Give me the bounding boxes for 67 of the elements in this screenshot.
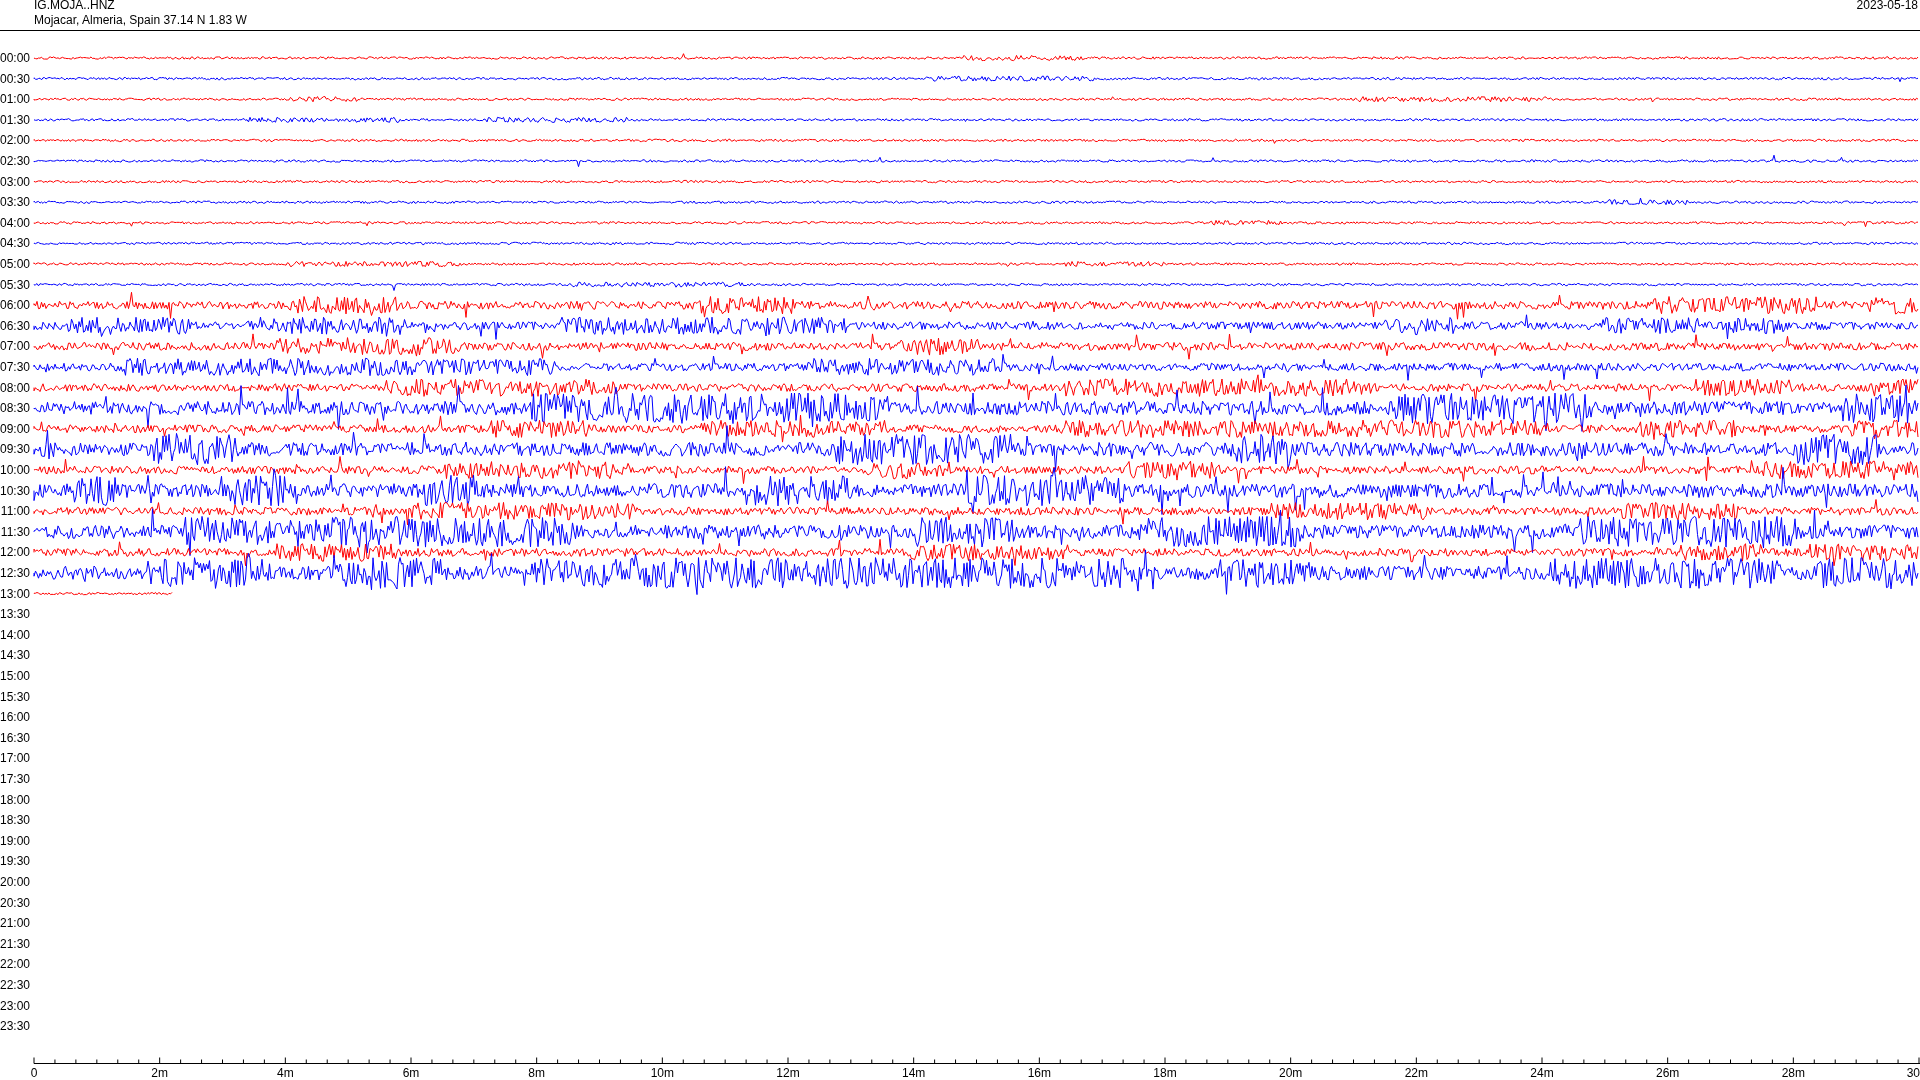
station-code: IG.MOJA..HNZ: [34, 0, 115, 12]
axis-label: 20m: [1279, 1066, 1303, 1080]
axis-label: 14m: [902, 1066, 926, 1080]
time-label: 18:00: [0, 792, 30, 807]
time-label: 14:00: [0, 627, 30, 642]
time-label: 18:30: [0, 813, 30, 828]
date-label: 2023-05-18: [1856, 0, 1918, 12]
axis-label: 18m: [1153, 1066, 1177, 1080]
time-label: 22:30: [0, 978, 30, 992]
time-label: 03:30: [0, 195, 30, 210]
axis-label: 0: [30, 1066, 38, 1080]
axis-label: 12m: [776, 1066, 800, 1080]
time-label: 10:00: [0, 463, 30, 477]
axis-label: 28m: [1781, 1066, 1805, 1080]
axis-label: 24m: [1530, 1066, 1554, 1080]
time-label: 02:00: [0, 133, 30, 148]
time-label: 21:30: [0, 936, 30, 951]
time-label: 05:30: [0, 277, 30, 292]
time-label: 20:30: [0, 895, 30, 910]
time-label: 04:30: [0, 236, 30, 251]
time-label: 23:30: [0, 1019, 30, 1034]
time-label: 01:30: [0, 112, 30, 127]
time-label: 11:30: [0, 524, 30, 539]
time-label: 08:30: [0, 401, 30, 416]
time-label: 14:30: [0, 648, 30, 663]
time-label: 07:00: [0, 339, 30, 354]
time-label: 07:30: [0, 360, 30, 374]
time-label: 13:30: [0, 607, 30, 622]
time-label: 02:30: [0, 154, 30, 168]
axis-label: 2m: [151, 1066, 168, 1080]
time-label: 06:30: [0, 318, 30, 333]
time-label: 04:00: [0, 215, 30, 230]
time-label: 10:30: [0, 483, 30, 498]
axis-label: 16m: [1027, 1066, 1051, 1080]
time-label: 16:00: [0, 710, 30, 725]
axis-label: 30: [1906, 1066, 1920, 1080]
time-label: 23:00: [0, 998, 30, 1013]
time-label: 12:00: [0, 545, 30, 560]
time-label: 15:00: [0, 669, 30, 683]
time-label: 05:00: [0, 257, 30, 271]
time-label: 17:00: [0, 751, 30, 766]
station-location: Mojacar, Almeria, Spain 37.14 N 1.83 W: [34, 13, 247, 27]
time-label: 09:00: [0, 421, 30, 436]
time-label: 09:30: [0, 442, 30, 457]
time-label: 19:30: [0, 854, 30, 869]
time-label: 08:00: [0, 380, 30, 395]
time-label: 01:00: [0, 92, 30, 107]
time-label: 22:00: [0, 957, 30, 972]
axis-label: 4m: [277, 1066, 294, 1080]
time-label: 00:30: [0, 71, 30, 86]
axis-label: 10m: [650, 1066, 674, 1080]
axis-label: 6m: [402, 1066, 420, 1080]
time-label: 13:00: [0, 586, 30, 601]
axis-label: 22m: [1404, 1066, 1428, 1080]
time-label: 00:00: [0, 51, 30, 65]
time-label: 20:00: [0, 875, 30, 889]
time-label: 17:30: [0, 772, 30, 786]
axis-label: 26m: [1656, 1066, 1680, 1080]
time-label: 11:00: [0, 504, 30, 519]
time-label: 16:30: [0, 730, 30, 745]
time-label: 06:00: [0, 298, 30, 313]
time-label: 19:00: [0, 833, 30, 848]
time-label: 15:30: [0, 689, 30, 704]
axis-label: 8m: [528, 1066, 545, 1080]
time-label: 12:30: [0, 566, 30, 580]
time-label: 21:00: [0, 916, 30, 931]
time-label: 03:00: [0, 174, 30, 189]
